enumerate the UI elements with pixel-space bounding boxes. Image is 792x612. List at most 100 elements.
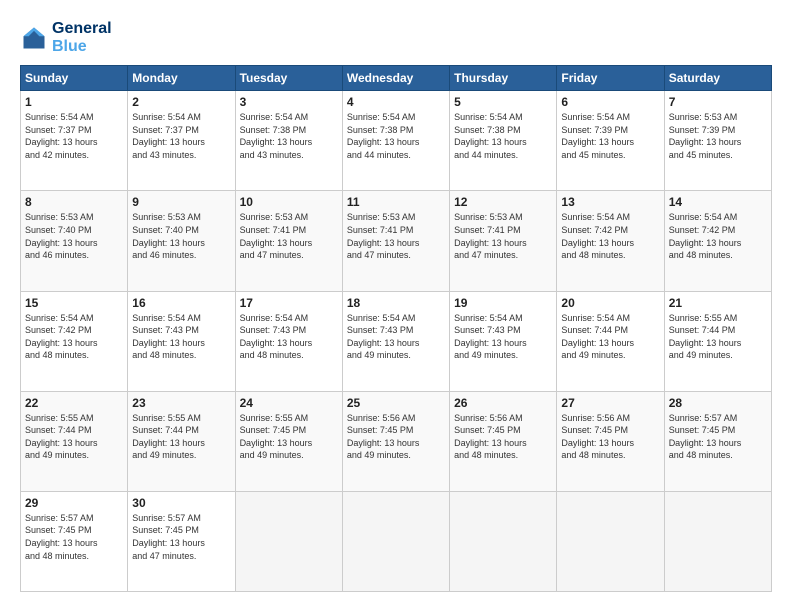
day-info: Sunrise: 5:54 AM Sunset: 7:38 PM Dayligh… bbox=[240, 111, 338, 161]
weekday-header-wednesday: Wednesday bbox=[342, 66, 449, 91]
day-number: 28 bbox=[669, 396, 767, 410]
calendar-cell: 3 Sunrise: 5:54 AM Sunset: 7:38 PM Daylig… bbox=[235, 91, 342, 191]
logo-icon bbox=[20, 24, 48, 52]
calendar-week-1: 1 Sunrise: 5:54 AM Sunset: 7:37 PM Daylig… bbox=[21, 91, 772, 191]
day-info: Sunrise: 5:53 AM Sunset: 7:41 PM Dayligh… bbox=[347, 211, 445, 261]
day-info: Sunrise: 5:54 AM Sunset: 7:42 PM Dayligh… bbox=[561, 211, 659, 261]
calendar-cell bbox=[235, 491, 342, 591]
calendar-cell bbox=[342, 491, 449, 591]
calendar-cell: 7 Sunrise: 5:53 AM Sunset: 7:39 PM Daylig… bbox=[664, 91, 771, 191]
day-info: Sunrise: 5:53 AM Sunset: 7:41 PM Dayligh… bbox=[240, 211, 338, 261]
calendar-week-5: 29 Sunrise: 5:57 AM Sunset: 7:45 PM Dayli… bbox=[21, 491, 772, 591]
weekday-header-row: SundayMondayTuesdayWednesdayThursdayFrid… bbox=[21, 66, 772, 91]
day-info: Sunrise: 5:54 AM Sunset: 7:43 PM Dayligh… bbox=[454, 312, 552, 362]
day-info: Sunrise: 5:54 AM Sunset: 7:43 PM Dayligh… bbox=[347, 312, 445, 362]
day-number: 4 bbox=[347, 95, 445, 109]
day-number: 18 bbox=[347, 296, 445, 310]
weekday-header-friday: Friday bbox=[557, 66, 664, 91]
calendar-cell: 4Sunrise: 5:54 AM Sunset: 7:38 PM Daylig… bbox=[342, 91, 449, 191]
day-number: 14 bbox=[669, 195, 767, 209]
day-info: Sunrise: 5:53 AM Sunset: 7:39 PM Dayligh… bbox=[669, 111, 767, 161]
calendar-cell: 26 Sunrise: 5:56 AM Sunset: 7:45 PM Dayli… bbox=[450, 391, 557, 491]
calendar-week-3: 15 Sunrise: 5:54 AM Sunset: 7:42 PM Dayli… bbox=[21, 291, 772, 391]
day-info: Sunrise: 5:53 AM Sunset: 7:40 PM Dayligh… bbox=[132, 211, 230, 261]
day-number: 22 bbox=[25, 396, 123, 410]
calendar-cell: 1 Sunrise: 5:54 AM Sunset: 7:37 PM Daylig… bbox=[21, 91, 128, 191]
calendar-cell: 2 Sunrise: 5:54 AM Sunset: 7:37 PM Daylig… bbox=[128, 91, 235, 191]
calendar-cell: 17Sunrise: 5:54 AM Sunset: 7:43 PM Dayli… bbox=[235, 291, 342, 391]
logo-text: General Blue bbox=[52, 20, 112, 55]
day-info: Sunrise: 5:54 AM Sunset: 7:42 PM Dayligh… bbox=[25, 312, 123, 362]
day-number: 23 bbox=[132, 396, 230, 410]
day-number: 30 bbox=[132, 496, 230, 510]
logo: General Blue bbox=[20, 20, 112, 55]
calendar-cell: 11Sunrise: 5:53 AM Sunset: 7:41 PM Dayli… bbox=[342, 191, 449, 291]
day-info: Sunrise: 5:54 AM Sunset: 7:43 PM Dayligh… bbox=[240, 312, 338, 362]
day-number: 2 bbox=[132, 95, 230, 109]
header: General Blue bbox=[20, 20, 772, 55]
day-info: Sunrise: 5:54 AM Sunset: 7:42 PM Dayligh… bbox=[669, 211, 767, 261]
day-number: 29 bbox=[25, 496, 123, 510]
calendar-cell: 30 Sunrise: 5:57 AM Sunset: 7:45 PM Dayli… bbox=[128, 491, 235, 591]
day-info: Sunrise: 5:54 AM Sunset: 7:37 PM Dayligh… bbox=[132, 111, 230, 161]
page: General Blue SundayMondayTuesdayWednesda… bbox=[0, 0, 792, 612]
day-number: 24 bbox=[240, 396, 338, 410]
day-info: Sunrise: 5:57 AM Sunset: 7:45 PM Dayligh… bbox=[669, 412, 767, 462]
day-number: 3 bbox=[240, 95, 338, 109]
calendar-cell: 10Sunrise: 5:53 AM Sunset: 7:41 PM Dayli… bbox=[235, 191, 342, 291]
day-number: 26 bbox=[454, 396, 552, 410]
day-info: Sunrise: 5:55 AM Sunset: 7:44 PM Dayligh… bbox=[132, 412, 230, 462]
day-number: 7 bbox=[669, 95, 767, 109]
day-number: 25 bbox=[347, 396, 445, 410]
calendar-cell: 13 Sunrise: 5:54 AM Sunset: 7:42 PM Dayli… bbox=[557, 191, 664, 291]
calendar-cell: 9 Sunrise: 5:53 AM Sunset: 7:40 PM Daylig… bbox=[128, 191, 235, 291]
calendar-cell: 29 Sunrise: 5:57 AM Sunset: 7:45 PM Dayli… bbox=[21, 491, 128, 591]
calendar-cell bbox=[664, 491, 771, 591]
day-number: 5 bbox=[454, 95, 552, 109]
calendar-week-4: 22 Sunrise: 5:55 AM Sunset: 7:44 PM Dayli… bbox=[21, 391, 772, 491]
day-info: Sunrise: 5:55 AM Sunset: 7:44 PM Dayligh… bbox=[669, 312, 767, 362]
day-info: Sunrise: 5:56 AM Sunset: 7:45 PM Dayligh… bbox=[454, 412, 552, 462]
calendar-cell: 5 Sunrise: 5:54 AM Sunset: 7:38 PM Daylig… bbox=[450, 91, 557, 191]
day-info: Sunrise: 5:54 AM Sunset: 7:44 PM Dayligh… bbox=[561, 312, 659, 362]
calendar-cell: 6 Sunrise: 5:54 AM Sunset: 7:39 PM Daylig… bbox=[557, 91, 664, 191]
day-info: Sunrise: 5:54 AM Sunset: 7:38 PM Dayligh… bbox=[454, 111, 552, 161]
day-number: 13 bbox=[561, 195, 659, 209]
day-info: Sunrise: 5:55 AM Sunset: 7:44 PM Dayligh… bbox=[25, 412, 123, 462]
calendar-cell bbox=[557, 491, 664, 591]
day-number: 9 bbox=[132, 195, 230, 209]
calendar-cell: 25 Sunrise: 5:56 AM Sunset: 7:45 PM Dayli… bbox=[342, 391, 449, 491]
calendar-cell: 23 Sunrise: 5:55 AM Sunset: 7:44 PM Dayli… bbox=[128, 391, 235, 491]
day-info: Sunrise: 5:57 AM Sunset: 7:45 PM Dayligh… bbox=[132, 512, 230, 562]
day-info: Sunrise: 5:55 AM Sunset: 7:45 PM Dayligh… bbox=[240, 412, 338, 462]
day-number: 15 bbox=[25, 296, 123, 310]
calendar-cell: 16 Sunrise: 5:54 AM Sunset: 7:43 PM Dayli… bbox=[128, 291, 235, 391]
calendar-cell: 22 Sunrise: 5:55 AM Sunset: 7:44 PM Dayli… bbox=[21, 391, 128, 491]
calendar-cell: 24 Sunrise: 5:55 AM Sunset: 7:45 PM Dayli… bbox=[235, 391, 342, 491]
day-info: Sunrise: 5:54 AM Sunset: 7:43 PM Dayligh… bbox=[132, 312, 230, 362]
day-number: 21 bbox=[669, 296, 767, 310]
calendar-week-2: 8Sunrise: 5:53 AM Sunset: 7:40 PM Daylig… bbox=[21, 191, 772, 291]
calendar-cell: 20Sunrise: 5:54 AM Sunset: 7:44 PM Dayli… bbox=[557, 291, 664, 391]
day-info: Sunrise: 5:54 AM Sunset: 7:39 PM Dayligh… bbox=[561, 111, 659, 161]
day-number: 16 bbox=[132, 296, 230, 310]
day-number: 12 bbox=[454, 195, 552, 209]
calendar-cell: 21 Sunrise: 5:55 AM Sunset: 7:44 PM Dayli… bbox=[664, 291, 771, 391]
calendar-cell: 14 Sunrise: 5:54 AM Sunset: 7:42 PM Dayli… bbox=[664, 191, 771, 291]
day-info: Sunrise: 5:54 AM Sunset: 7:37 PM Dayligh… bbox=[25, 111, 123, 161]
calendar-body: 1 Sunrise: 5:54 AM Sunset: 7:37 PM Daylig… bbox=[21, 91, 772, 592]
weekday-header-sunday: Sunday bbox=[21, 66, 128, 91]
day-number: 1 bbox=[25, 95, 123, 109]
calendar-cell: 12 Sunrise: 5:53 AM Sunset: 7:41 PM Dayli… bbox=[450, 191, 557, 291]
day-info: Sunrise: 5:53 AM Sunset: 7:41 PM Dayligh… bbox=[454, 211, 552, 261]
day-info: Sunrise: 5:56 AM Sunset: 7:45 PM Dayligh… bbox=[561, 412, 659, 462]
day-number: 27 bbox=[561, 396, 659, 410]
day-info: Sunrise: 5:53 AM Sunset: 7:40 PM Dayligh… bbox=[25, 211, 123, 261]
day-info: Sunrise: 5:57 AM Sunset: 7:45 PM Dayligh… bbox=[25, 512, 123, 562]
day-number: 19 bbox=[454, 296, 552, 310]
calendar-table: SundayMondayTuesdayWednesdayThursdayFrid… bbox=[20, 65, 772, 592]
day-number: 6 bbox=[561, 95, 659, 109]
day-info: Sunrise: 5:56 AM Sunset: 7:45 PM Dayligh… bbox=[347, 412, 445, 462]
weekday-header-monday: Monday bbox=[128, 66, 235, 91]
weekday-header-tuesday: Tuesday bbox=[235, 66, 342, 91]
